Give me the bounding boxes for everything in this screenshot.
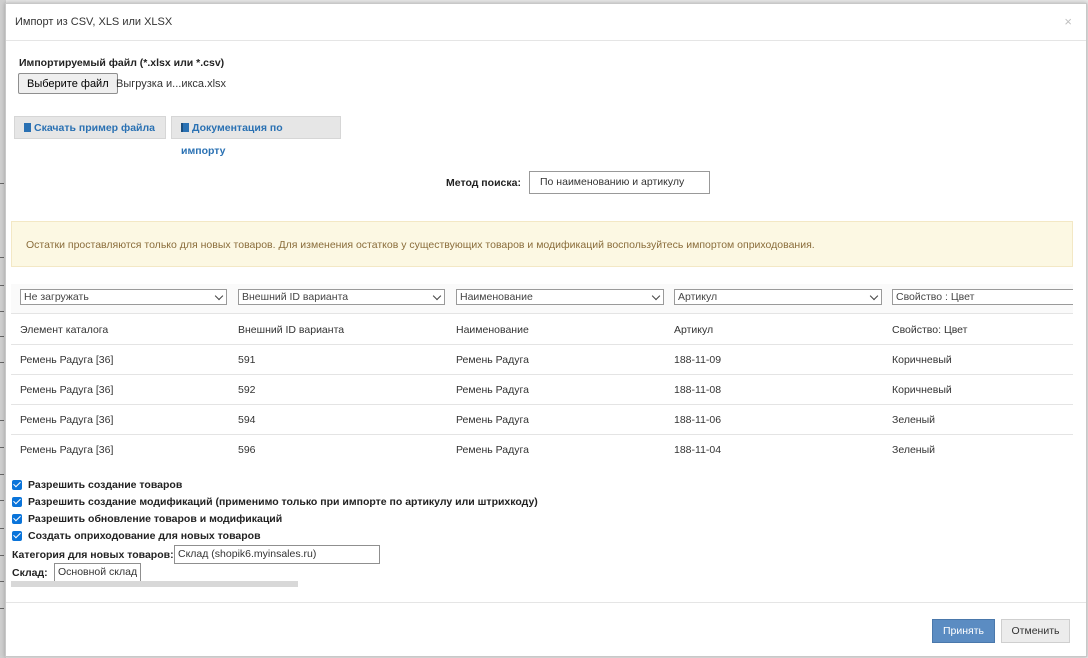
dialog-title-bar: Импорт из CSV, XLS или XLSX ×	[6, 4, 1086, 41]
column-mapping-select[interactable]: Свойство : Цвет	[892, 289, 1073, 305]
column-mapping-value: Не загружать	[24, 291, 89, 303]
warehouse-label: Склад:	[12, 567, 48, 579]
column-mapping-row: Не загружать Внешний ID варианта Наимено…	[11, 284, 1073, 314]
table-cell: Ремень Радуга	[456, 414, 529, 426]
column-mapping-select[interactable]: Внешний ID варианта	[238, 289, 445, 305]
horizontal-scrollbar[interactable]	[11, 581, 298, 587]
column-mapping-value: Внешний ID варианта	[242, 291, 349, 303]
download-example-button[interactable]: Скачать пример файла	[14, 116, 166, 139]
category-label: Категория для новых товаров:	[12, 549, 174, 561]
chevron-down-icon	[651, 291, 661, 301]
stock-alert: Остатки проставляются только для новых т…	[11, 221, 1073, 267]
table-cell: 188-11-04	[674, 444, 722, 456]
download-example-label: Скачать пример файла	[34, 122, 156, 134]
table-cell: Ремень Радуга	[456, 444, 529, 456]
book-icon	[181, 123, 189, 132]
table-cell: 596	[238, 444, 256, 456]
column-mapping-value: Артикул	[678, 291, 718, 303]
header-cell: Свойство: Цвет	[892, 324, 968, 336]
allow-update-label: Разрешить обновление товаров и модификац…	[28, 513, 283, 525]
chevron-down-icon	[869, 291, 879, 301]
allow-create-modifications-checkbox[interactable]	[12, 497, 22, 507]
table-row: Ремень Радуга [36] 591 Ремень Радуга 188…	[11, 344, 1073, 375]
chevron-down-icon	[214, 291, 224, 301]
allow-create-products-checkbox[interactable]	[12, 480, 22, 490]
import-dialog: Импорт из CSV, XLS или XLSX × Импортируе…	[5, 3, 1087, 657]
import-preview-table: Не загружать Внешний ID варианта Наимено…	[11, 284, 1073, 464]
header-cell: Внешний ID варианта	[238, 324, 345, 336]
chevron-down-icon	[432, 291, 442, 301]
table-cell: Ремень Радуга [36]	[20, 354, 114, 366]
close-icon[interactable]: ×	[1064, 14, 1072, 29]
column-mapping-select[interactable]: Наименование	[456, 289, 664, 305]
table-row: Ремень Радуга [36] 596 Ремень Радуга 188…	[11, 434, 1073, 464]
column-mapping-value: Наименование	[460, 291, 533, 303]
table-cell: Ремень Радуга [36]	[20, 444, 114, 456]
warehouse-input[interactable]: Основной склад	[54, 563, 141, 582]
accept-button[interactable]: Принять	[932, 619, 995, 643]
header-cell: Элемент каталога	[20, 324, 109, 336]
allow-update-checkbox[interactable]	[12, 514, 22, 524]
table-cell: 188-11-08	[674, 384, 722, 396]
create-receipt-checkbox[interactable]	[12, 531, 22, 541]
table-cell: Коричневый	[892, 384, 952, 396]
table-cell: Ремень Радуга	[456, 384, 529, 396]
selected-file-name: Выгрузка и...икса.xlsx	[116, 78, 227, 90]
header-cell: Артикул	[674, 324, 714, 336]
table-cell: Ремень Радуга	[456, 354, 529, 366]
table-row: Ремень Радуга [36] 592 Ремень Радуга 188…	[11, 374, 1073, 405]
cancel-button[interactable]: Отменить	[1001, 619, 1070, 643]
table-header-row: Элемент каталога Внешний ID варианта Наи…	[11, 314, 1073, 345]
category-input[interactable]: Склад (shopik6.myinsales.ru)	[174, 545, 380, 564]
column-mapping-value: Свойство : Цвет	[896, 291, 975, 303]
create-receipt-label: Создать оприходование для новых товаров	[28, 530, 261, 542]
table-row: Ремень Радуга [36] 594 Ремень Радуга 188…	[11, 404, 1073, 435]
table-cell: Ремень Радуга [36]	[20, 414, 114, 426]
table-cell: 188-11-09	[674, 354, 722, 366]
table-cell: Зеленый	[892, 444, 936, 456]
choose-file-button[interactable]: Выберите файл	[18, 73, 118, 94]
allow-create-products-label: Разрешить создание товаров	[28, 479, 183, 491]
search-method-select[interactable]: По наименованию и артикулу	[529, 171, 710, 194]
dialog-footer: Принять Отменить	[6, 602, 1086, 657]
column-mapping-select[interactable]: Не загружать	[20, 289, 227, 305]
column-mapping-select[interactable]: Артикул	[674, 289, 882, 305]
table-cell: 594	[238, 414, 256, 426]
documentation-label: Документация по импорту	[181, 122, 283, 157]
search-method-label: Метод поиска:	[446, 177, 521, 189]
dialog-title: Импорт из CSV, XLS или XLSX	[15, 16, 173, 28]
documentation-button[interactable]: Документация по импорту	[171, 116, 341, 157]
file-label: Импортируемый файл (*.xlsx или *.csv)	[19, 57, 225, 69]
table-cell: Коричневый	[892, 354, 952, 366]
header-cell: Наименование	[456, 324, 529, 336]
file-icon	[24, 123, 31, 132]
table-cell: Зеленый	[892, 414, 936, 426]
table-cell: 591	[238, 354, 256, 366]
table-cell: Ремень Радуга [36]	[20, 384, 114, 396]
table-cell: 188-11-06	[674, 414, 722, 426]
table-cell: 592	[238, 384, 256, 396]
allow-create-modifications-label: Разрешить создание модификаций (применим…	[28, 496, 538, 508]
